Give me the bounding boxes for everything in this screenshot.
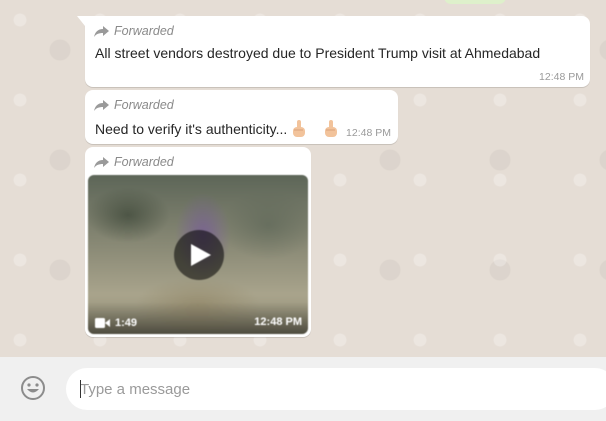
message-text: All street vendors destroyed due to Pres… bbox=[95, 45, 541, 61]
pointing-up-hand-icon bbox=[293, 120, 306, 137]
smiley-icon bbox=[21, 376, 45, 400]
message-text-row: Need to verify it's authenticity... bbox=[95, 119, 340, 139]
previous-message-edge bbox=[444, 0, 506, 4]
chat-area: Forwarded All street vendors destroyed d… bbox=[0, 0, 606, 360]
text-caret bbox=[80, 380, 81, 398]
forwarded-text: Forwarded bbox=[114, 98, 174, 112]
message-text: Need to verify it's authenticity... bbox=[95, 121, 288, 137]
video-thumbnail[interactable]: 1:49 12:48 PM bbox=[88, 175, 308, 334]
video-message-bubble[interactable]: Forwarded 1:49 12:48 PM bbox=[85, 147, 311, 337]
emoji-button[interactable] bbox=[20, 375, 46, 401]
play-icon bbox=[191, 244, 211, 266]
video-duration: 1:49 bbox=[95, 317, 137, 329]
video-duration-text: 1:49 bbox=[115, 317, 138, 329]
message-time: 12:48 PM bbox=[539, 71, 584, 83]
forwarded-text: Forwarded bbox=[114, 24, 174, 38]
forwarded-label: Forwarded bbox=[94, 23, 174, 39]
forwarded-text: Forwarded bbox=[114, 155, 174, 169]
forwarded-label: Forwarded bbox=[94, 97, 174, 113]
message-input[interactable] bbox=[80, 368, 600, 410]
pointing-up-hand-icon bbox=[325, 120, 338, 137]
composer-bar bbox=[0, 357, 606, 421]
message-bubble[interactable]: Forwarded All street vendors destroyed d… bbox=[77, 16, 590, 87]
forward-arrow-icon bbox=[94, 156, 109, 168]
video-camera-icon bbox=[95, 318, 110, 328]
forwarded-label: Forwarded bbox=[94, 154, 174, 170]
play-button[interactable] bbox=[174, 230, 224, 280]
forward-arrow-icon bbox=[94, 99, 109, 111]
message-input-box[interactable] bbox=[66, 368, 606, 410]
forward-arrow-icon bbox=[94, 25, 109, 37]
message-time: 12:48 PM bbox=[346, 127, 391, 139]
message-bubble[interactable]: Forwarded Need to verify it's authentici… bbox=[85, 90, 398, 144]
message-time: 12:48 PM bbox=[254, 316, 302, 328]
